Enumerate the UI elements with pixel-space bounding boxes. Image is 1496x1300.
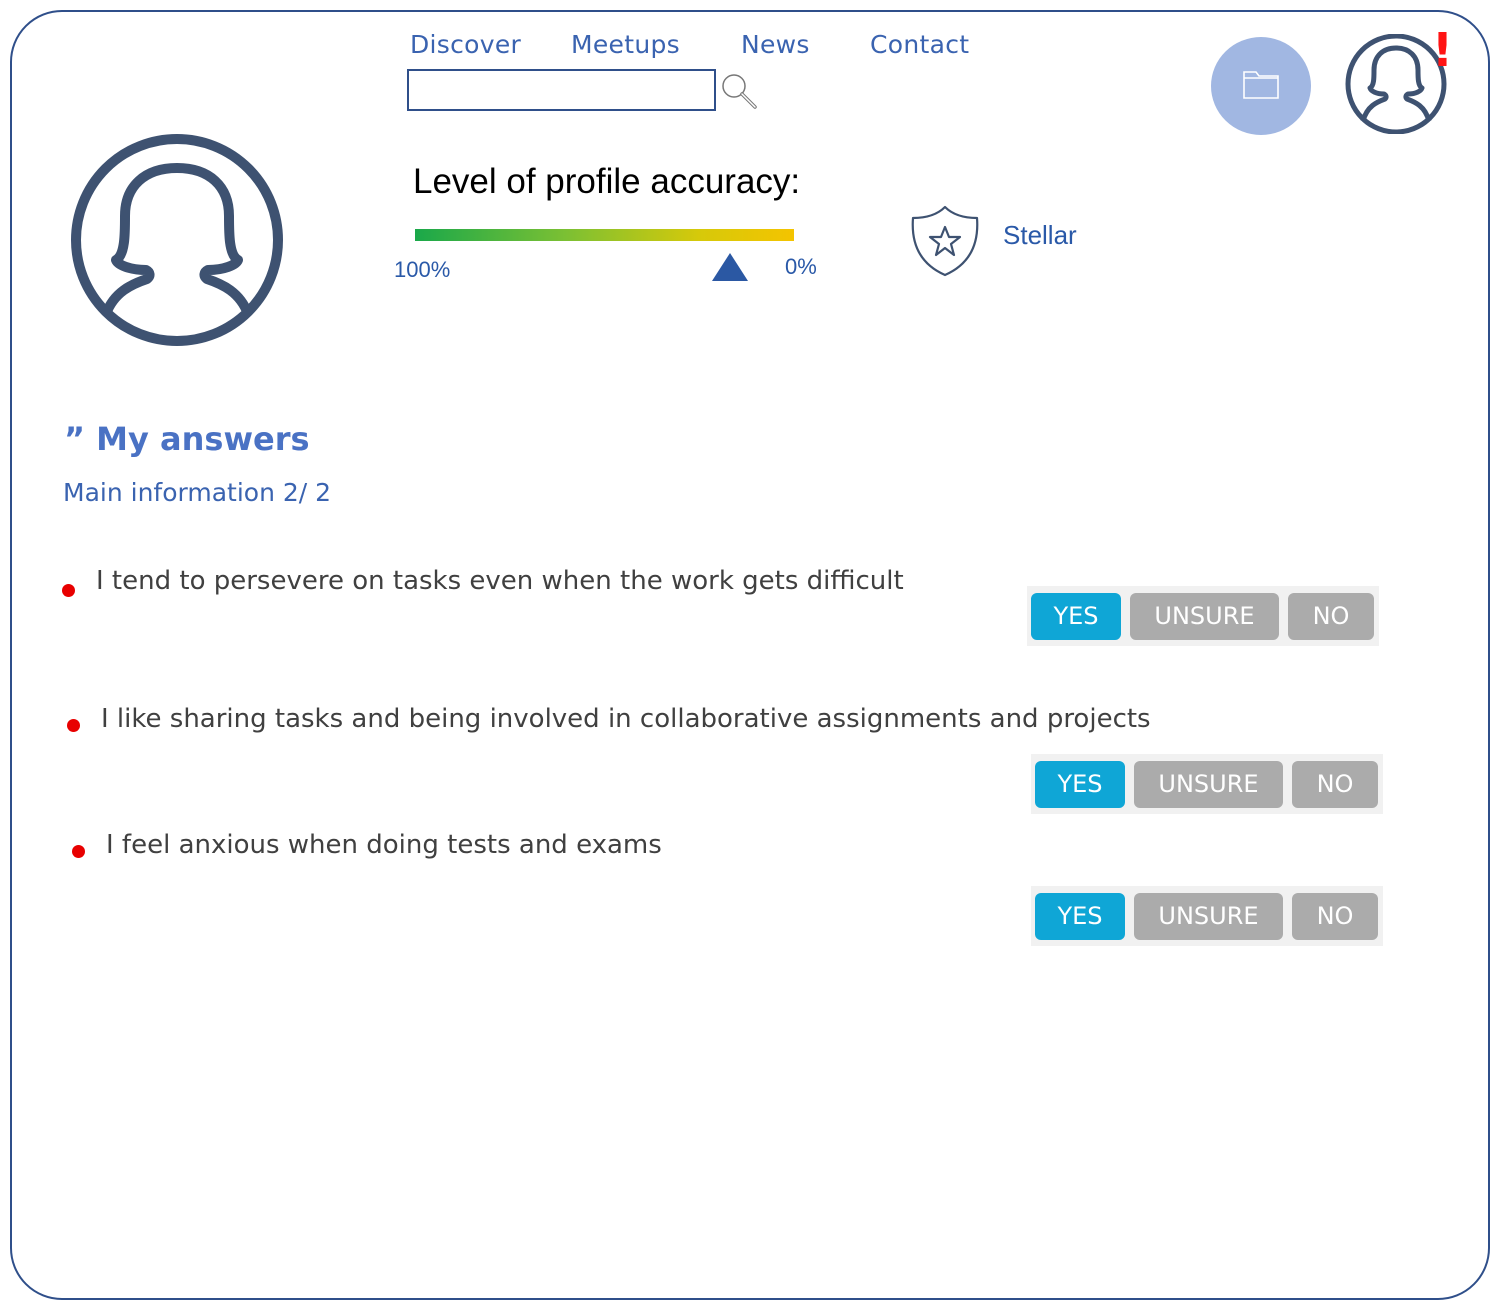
answer-group: YES UNSURE NO xyxy=(1027,586,1379,646)
accuracy-max-label: 100% xyxy=(394,257,451,282)
section-subtitle: Main information 2/ 2 xyxy=(63,478,332,507)
accuracy-title: Level of profile accuracy: xyxy=(413,162,801,201)
folder-icon xyxy=(1241,66,1281,106)
question-text: I like sharing tasks and being involved … xyxy=(101,704,1151,734)
accuracy-min-label: 0% xyxy=(785,254,817,279)
search-input[interactable] xyxy=(407,69,716,111)
yes-button[interactable]: YES xyxy=(1035,892,1125,940)
no-button[interactable]: NO xyxy=(1292,892,1378,940)
answer-group: YES UNSURE NO xyxy=(1031,886,1383,946)
question-text: I tend to persevere on tasks even when t… xyxy=(96,566,904,596)
search-icon[interactable] xyxy=(720,72,760,116)
nav-news[interactable]: News xyxy=(741,30,810,59)
accuracy-bar xyxy=(415,229,794,241)
no-button[interactable]: NO xyxy=(1292,760,1378,808)
folder-button[interactable] xyxy=(1211,37,1311,135)
answer-group: YES UNSURE NO xyxy=(1031,754,1383,814)
accuracy-marker xyxy=(711,253,748,281)
unsure-button[interactable]: UNSURE xyxy=(1134,892,1283,940)
nav-meetups[interactable]: Meetups xyxy=(571,30,680,59)
section-title: ” My answers xyxy=(64,420,310,458)
alert-icon: ! xyxy=(1432,23,1453,77)
no-button[interactable]: NO xyxy=(1288,592,1374,640)
bullet-icon xyxy=(62,584,75,597)
bullet-icon xyxy=(72,845,85,858)
question-text: I feel anxious when doing tests and exam… xyxy=(106,830,662,860)
star-shield-icon xyxy=(908,204,982,282)
bullet-icon xyxy=(67,719,80,732)
profile-avatar-icon xyxy=(62,134,292,350)
nav-discover[interactable]: Discover xyxy=(410,30,521,59)
unsure-button[interactable]: UNSURE xyxy=(1130,592,1279,640)
yes-button[interactable]: YES xyxy=(1031,592,1121,640)
yes-button[interactable]: YES xyxy=(1035,760,1125,808)
badge-label: Stellar xyxy=(1003,220,1077,250)
nav-contact[interactable]: Contact xyxy=(870,30,969,59)
unsure-button[interactable]: UNSURE xyxy=(1134,760,1283,808)
